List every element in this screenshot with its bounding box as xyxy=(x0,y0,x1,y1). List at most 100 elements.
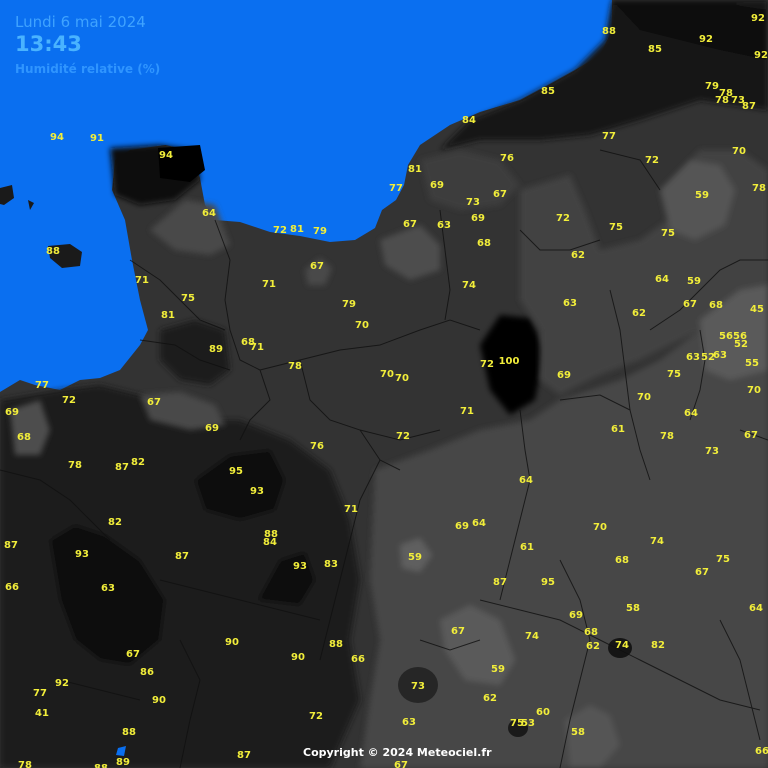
humidity-value: 62 xyxy=(571,250,585,261)
humidity-value: 70 xyxy=(593,522,607,533)
humidity-value: 69 xyxy=(5,407,19,418)
humidity-value: 74 xyxy=(462,280,476,291)
humidity-value: 79 xyxy=(705,81,719,92)
humidity-value: 92 xyxy=(55,678,69,689)
humidity-value: 63 xyxy=(437,220,451,231)
humidity-value: 82 xyxy=(651,640,665,651)
humidity-value: 75 xyxy=(667,369,681,380)
humidity-value: 78 xyxy=(68,460,82,471)
humidity-value: 73 xyxy=(705,446,719,457)
humidity-value: 75 xyxy=(661,228,675,239)
humidity-value: 77 xyxy=(602,131,616,142)
humidity-value: 78 xyxy=(18,760,32,768)
humidity-value: 95 xyxy=(229,466,243,477)
humidity-value: 90 xyxy=(291,652,305,663)
humidity-value: 62 xyxy=(483,693,497,704)
humidity-value: 69 xyxy=(569,610,583,621)
map-date: Lundi 6 mai 2024 xyxy=(15,13,146,31)
humidity-value: 71 xyxy=(262,279,276,290)
humidity-value: 67 xyxy=(451,626,465,637)
humidity-value: 87 xyxy=(175,551,189,562)
humidity-value: 78 xyxy=(288,361,302,372)
humidity-value: 58 xyxy=(571,727,585,738)
humidity-value: 85 xyxy=(648,44,662,55)
humidity-value: 75 xyxy=(716,554,730,565)
humidity-value: 67 xyxy=(403,219,417,230)
humidity-value: 72 xyxy=(62,395,76,406)
humidity-value: 71 xyxy=(344,504,358,515)
humidity-value: 76 xyxy=(500,153,514,164)
humidity-value: 72 xyxy=(480,359,494,370)
humidity-value: 93 xyxy=(293,561,307,572)
humidity-value: 84 xyxy=(462,115,476,126)
humidity-value: 67 xyxy=(683,299,697,310)
humidity-value: 70 xyxy=(747,385,761,396)
humidity-value: 75 xyxy=(181,293,195,304)
humidity-value: 69 xyxy=(471,213,485,224)
humidity-value: 72 xyxy=(273,225,287,236)
humidity-value: 68 xyxy=(477,238,491,249)
humidity-value: 41 xyxy=(35,708,49,719)
humidity-value: 67 xyxy=(394,760,408,768)
humidity-value: 63 xyxy=(686,352,700,363)
humidity-value: 70 xyxy=(732,146,746,157)
humidity-value: 52 xyxy=(701,352,715,363)
humidity-value: 89 xyxy=(116,757,130,768)
humidity-value: 64 xyxy=(202,208,216,219)
humidity-value: 88 xyxy=(329,639,343,650)
humidity-value: 81 xyxy=(290,224,304,235)
humidity-value: 53 xyxy=(521,718,535,729)
humidity-value: 64 xyxy=(519,475,533,486)
humidity-value: 87 xyxy=(4,540,18,551)
humidity-value: 68 xyxy=(17,432,31,443)
humidity-value: 74 xyxy=(615,640,629,651)
humidity-value: 82 xyxy=(108,517,122,528)
humidity-value: 64 xyxy=(749,603,763,614)
humidity-value: 73 xyxy=(466,197,480,208)
humidity-value: 88 xyxy=(122,727,136,738)
humidity-value: 67 xyxy=(493,189,507,200)
humidity-value: 61 xyxy=(611,424,625,435)
humidity-value: 93 xyxy=(75,549,89,560)
humidity-value: 92 xyxy=(754,50,768,61)
humidity-value: 74 xyxy=(650,536,664,547)
humidity-value: 69 xyxy=(430,180,444,191)
humidity-value: 77 xyxy=(35,380,49,391)
humidity-value: 56 xyxy=(719,331,733,342)
humidity-value: 59 xyxy=(695,190,709,201)
humidity-value: 95 xyxy=(541,577,555,588)
humidity-value: 88 xyxy=(602,26,616,37)
humidity-value: 87 xyxy=(115,462,129,473)
humidity-value: 63 xyxy=(402,717,416,728)
humidity-value: 94 xyxy=(159,150,173,161)
humidity-value: 66 xyxy=(5,582,19,593)
humidity-value: 79 xyxy=(342,299,356,310)
humidity-value: 83 xyxy=(324,559,338,570)
humidity-value: 68 xyxy=(615,555,629,566)
humidity-value: 88 xyxy=(46,246,60,257)
humidity-value: 45 xyxy=(750,304,764,315)
humidity-value: 70 xyxy=(355,320,369,331)
humidity-value: 66 xyxy=(755,746,768,757)
humidity-value: 78 xyxy=(715,95,729,106)
humidity-value: 73 xyxy=(411,681,425,692)
humidity-value: 72 xyxy=(556,213,570,224)
humidity-value: 72 xyxy=(396,431,410,442)
humidity-value: 74 xyxy=(525,631,539,642)
humidity-value: 81 xyxy=(161,310,175,321)
humidity-value: 62 xyxy=(632,308,646,319)
humidity-value: 71 xyxy=(135,275,149,286)
humidity-value: 63 xyxy=(563,298,577,309)
humidity-value: 84 xyxy=(263,537,277,548)
humidity-value: 55 xyxy=(745,358,759,369)
copyright: Copyright © 2024 Meteociel.fr xyxy=(303,746,492,759)
humidity-value: 93 xyxy=(250,486,264,497)
humidity-value: 77 xyxy=(33,688,47,699)
humidity-value: 58 xyxy=(626,603,640,614)
humidity-value: 92 xyxy=(751,13,765,24)
weather-map: 92 88 85 92 92 79 78 73 87 78 85 84 77 76 72 70 81 77 69 73… xyxy=(0,0,768,768)
humidity-value: 64 xyxy=(472,518,486,529)
humidity-value: 62 xyxy=(586,641,600,652)
humidity-value: 71 xyxy=(460,406,474,417)
humidity-value: 59 xyxy=(687,276,701,287)
